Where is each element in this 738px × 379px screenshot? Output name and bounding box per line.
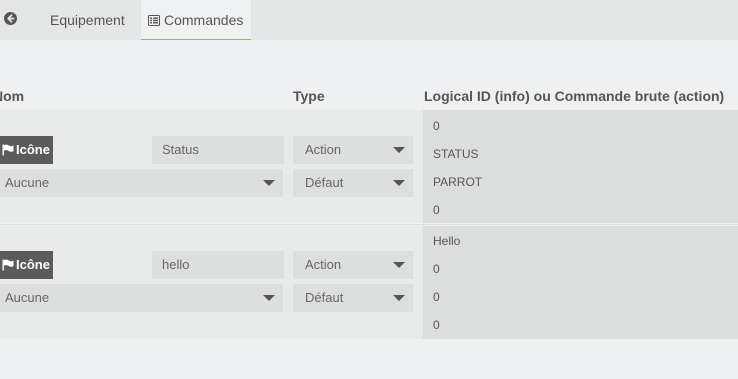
table-row: Icône Status Action Aucune Défaut 0 STAT… [0,110,738,223]
type-select[interactable]: Action [293,136,413,164]
name-field[interactable]: Status [152,136,284,164]
name-field[interactable]: hello [152,251,284,279]
tab-commandes-label: Commandes [164,12,244,28]
header-nom: Nom [0,88,25,104]
header-logical-id: Logical ID (info) ou Commande brute (act… [424,88,725,104]
list-alt-icon [148,15,160,26]
tab-commandes[interactable]: Commandes [141,0,251,40]
logical-line: Hello [433,234,461,248]
row-divider [0,224,738,225]
subtype-select-value: Défaut [305,290,344,305]
logical-line: 0 [433,119,440,133]
flag-icon [2,144,14,156]
caret-down-icon [263,295,275,301]
caret-down-icon [263,180,275,186]
logical-id-cell[interactable]: 0 STATUS PARROT 0 [423,110,738,223]
logical-line: 0 [433,318,440,332]
type-select-value: Action [305,257,342,272]
caret-down-icon [393,262,405,268]
subtype-select-value: Défaut [305,175,344,190]
caret-down-icon [393,147,405,153]
type-select[interactable]: Action [293,251,413,279]
logical-line: STATUS [433,147,479,161]
group-select[interactable]: Aucune [0,284,283,312]
tab-bar: Equipement Commandes [0,0,738,40]
subtype-select[interactable]: Défaut [293,169,413,197]
caret-down-icon [393,295,405,301]
group-select-value: Aucune [5,290,50,305]
icon-button-label: Icône [16,257,50,272]
header-type: Type [293,88,325,104]
group-select-value: Aucune [5,175,50,190]
logical-line: 0 [433,262,440,276]
icon-button-label: Icône [16,142,50,157]
logical-line: 0 [433,290,440,304]
tab-equipement[interactable]: Equipement [50,0,125,40]
table-row: Icône hello Action Aucune Défaut Hello 0… [0,226,738,339]
icon-button[interactable]: Icône [0,251,53,279]
caret-down-icon [393,180,405,186]
subtype-select[interactable]: Défaut [293,284,413,312]
group-select[interactable]: Aucune [0,169,283,197]
logical-id-cell[interactable]: Hello 0 0 0 [423,226,738,339]
type-select-value: Action [305,142,342,157]
arrow-circle-left-icon[interactable] [4,12,17,25]
flag-icon [2,259,14,271]
icon-button[interactable]: Icône [0,136,53,164]
logical-line: PARROT [433,175,483,189]
logical-line: 0 [433,203,440,217]
